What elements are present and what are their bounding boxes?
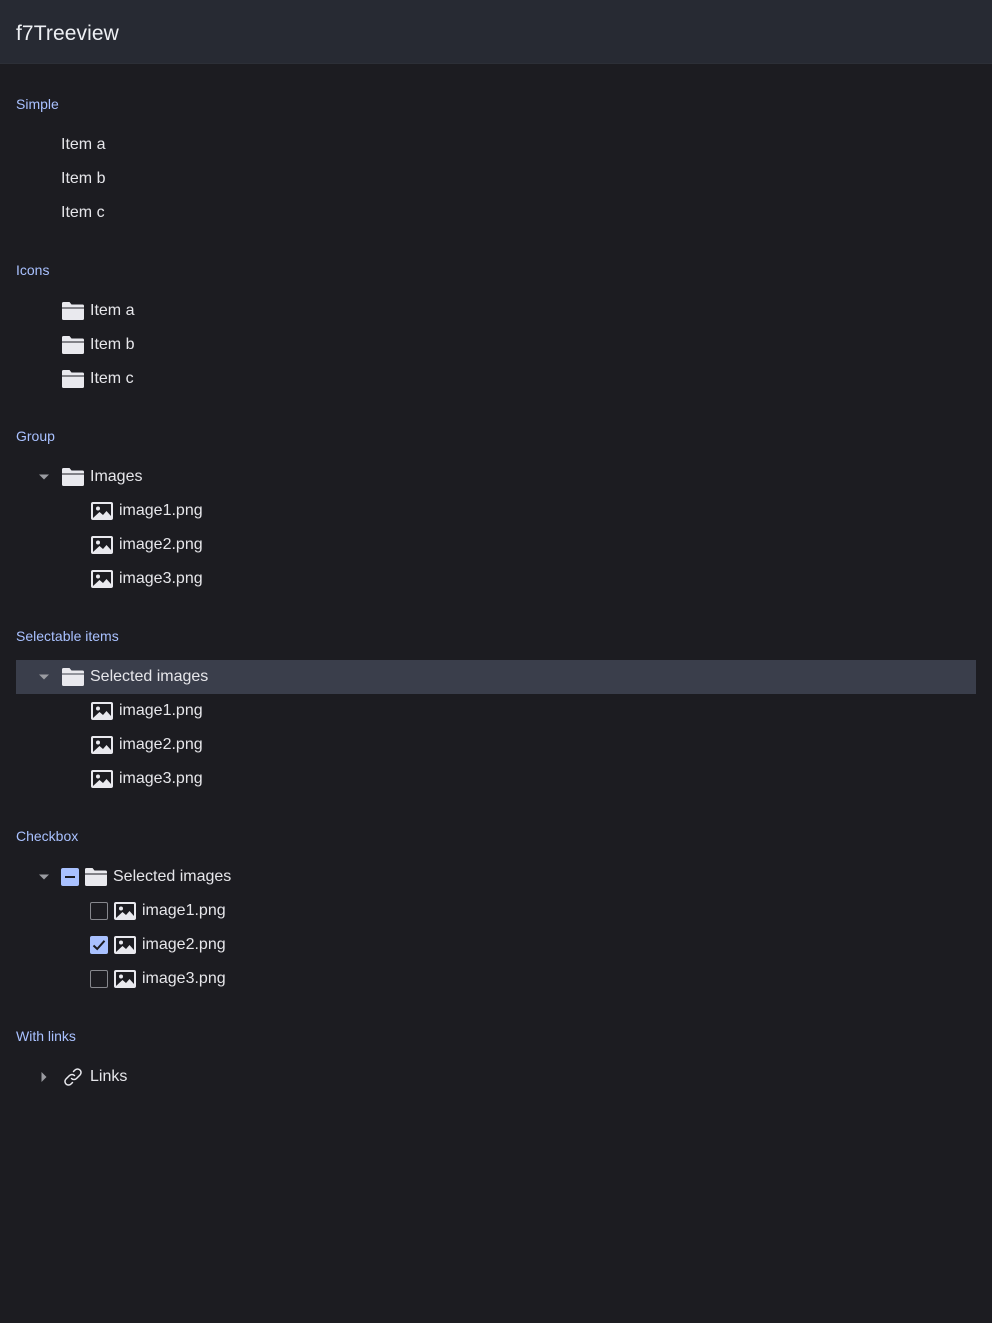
folder-icon: [61, 333, 85, 357]
chevron-right-icon[interactable]: [34, 1067, 54, 1087]
image-icon: [113, 899, 137, 923]
tree-item-label: image2.png: [119, 736, 203, 753]
tree-item-links[interactable]: Links: [16, 1060, 976, 1094]
image-icon: [90, 499, 114, 523]
tree-item-label: image3.png: [142, 970, 226, 987]
section-title-checkbox: Checkbox: [16, 828, 79, 844]
section-title-simple: Simple: [16, 96, 59, 112]
tree-item-selectable-image3[interactable]: image3.png: [16, 762, 976, 796]
image-icon: [90, 567, 114, 591]
tree-item-label: Images: [90, 468, 143, 485]
tree-item-icons-c[interactable]: Item c: [16, 362, 976, 396]
section-title-links: With links: [16, 1028, 76, 1044]
link-icon: [61, 1065, 85, 1089]
image-icon: [90, 533, 114, 557]
tree-item-group-image1[interactable]: image1.png: [16, 494, 976, 528]
tree-item-label: Item c: [90, 370, 134, 387]
chevron-down-icon[interactable]: [34, 667, 54, 687]
folder-icon: [61, 367, 85, 391]
checkbox-unchecked[interactable]: [90, 902, 108, 920]
tree-item-icons-b[interactable]: Item b: [16, 328, 976, 362]
section-title-icons: Icons: [16, 262, 50, 278]
checkbox-checked[interactable]: [90, 936, 108, 954]
tree-item-checkbox-image3[interactable]: image3.png: [16, 962, 976, 996]
checkbox-indeterminate[interactable]: [61, 868, 79, 886]
folder-icon: [61, 465, 85, 489]
folder-icon: [84, 865, 108, 889]
tree-item-checkbox-parent[interactable]: Selected images: [16, 860, 976, 894]
tree-item-simple-c[interactable]: Item c: [16, 196, 976, 230]
tree-item-selectable-image1[interactable]: image1.png: [16, 694, 976, 728]
image-icon: [113, 967, 137, 991]
tree-item-label: Item c: [61, 204, 105, 221]
tree-item-simple-a[interactable]: Item a: [16, 128, 976, 162]
tree-item-label: Selected images: [90, 668, 209, 685]
tree-item-label: Item b: [90, 336, 135, 353]
tree-item-label: image3.png: [119, 570, 203, 587]
tree-item-label: image1.png: [119, 702, 203, 719]
chevron-down-icon[interactable]: [34, 467, 54, 487]
tree-item-selectable-image2[interactable]: image2.png: [16, 728, 976, 762]
tree-item-label: Item b: [61, 170, 106, 187]
checkbox-unchecked[interactable]: [90, 970, 108, 988]
folder-icon: [61, 665, 85, 689]
image-icon: [90, 767, 114, 791]
tree-item-label: image2.png: [119, 536, 203, 553]
tree-item-checkbox-image2[interactable]: image2.png: [16, 928, 976, 962]
image-icon: [113, 933, 137, 957]
tree-item-label: image1.png: [142, 902, 226, 919]
tree-item-selectable-parent[interactable]: Selected images: [16, 660, 976, 694]
page-title: f7Treeview: [16, 22, 119, 45]
chevron-down-icon[interactable]: [34, 867, 54, 887]
tree-item-label: Item a: [61, 136, 106, 153]
navbar: f7Treeview: [0, 0, 992, 64]
tree-item-label: image1.png: [119, 502, 203, 519]
tree-item-group-image3[interactable]: image3.png: [16, 562, 976, 596]
tree-item-group-image2[interactable]: image2.png: [16, 528, 976, 562]
section-title-selectable: Selectable items: [16, 628, 119, 644]
tree-item-checkbox-image1[interactable]: image1.png: [16, 894, 976, 928]
tree-item-simple-b[interactable]: Item b: [16, 162, 976, 196]
folder-icon: [61, 299, 85, 323]
tree-item-label: Item a: [90, 302, 135, 319]
image-icon: [90, 699, 114, 723]
tree-item-label: Selected images: [113, 868, 232, 885]
tree-item-label: image2.png: [142, 936, 226, 953]
section-title-group: Group: [16, 428, 55, 444]
tree-item-group-images[interactable]: Images: [16, 460, 976, 494]
tree-item-label: Links: [90, 1068, 128, 1085]
tree-item-icons-a[interactable]: Item a: [16, 294, 976, 328]
image-icon: [90, 733, 114, 757]
tree-item-label: image3.png: [119, 770, 203, 787]
